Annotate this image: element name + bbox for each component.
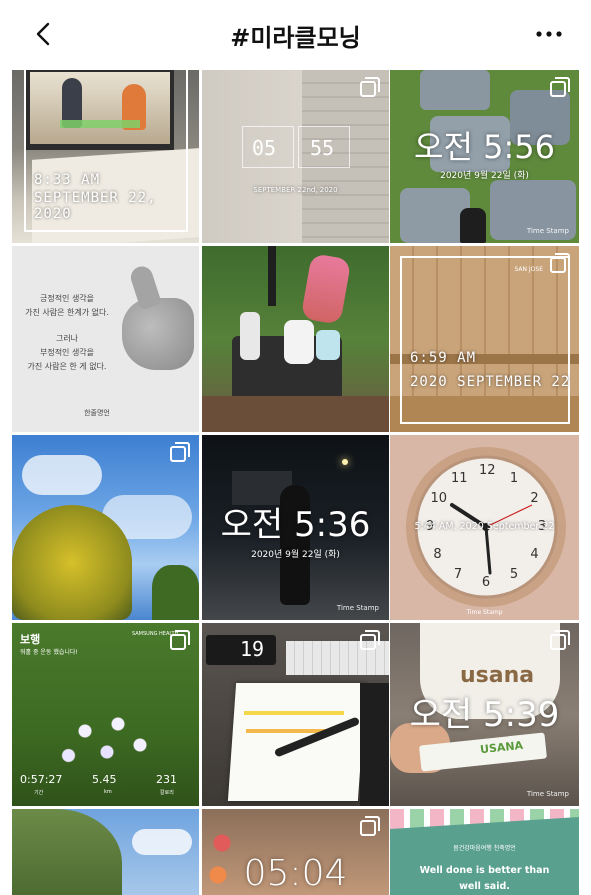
pennant-banner [390,809,579,829]
org-label: 몸건강마음여행 천축명언 [453,845,516,852]
thumbs-up-hand [122,298,194,370]
timestamp-brand: Time Stamp [466,609,503,616]
post-grid: 8:33 AM SEPTEMBER 22, 2020 05 55 SEPTEMB… [12,70,579,895]
post-tile[interactable]: 12 1 2 3 4 5 6 7 8 9 10 11 5:44 AM, 2020 September … [390,435,579,620]
quote-line: well said. [459,881,510,892]
stat-distance: 5.45 [92,773,117,786]
stamp-frame [400,256,570,424]
post-tile[interactable] [202,246,389,432]
multiple-photos-icon [360,816,380,836]
stamp-time: 오전 5:36 [220,505,371,545]
clock-number: 10 [430,491,448,506]
clock-number: 4 [530,547,539,562]
post-tile[interactable]: SAN JOSE 6:59 AM 2020 SEPTEMBER 22 [390,246,579,432]
willow-tree [12,809,122,895]
flower-cluster [52,703,162,773]
hashtag-title: #미라클모닝 [230,24,361,52]
post-tile[interactable]: 몸건강마음여행 천축명언 Well done is better than we… [390,809,579,895]
top-bar: #미라클모닝 [0,0,591,68]
post-tile[interactable]: 오전 5:36 2020년 9월 22일 (화) Time Stamp [202,435,389,620]
multiple-photos-icon [170,630,190,650]
cloud [132,829,192,855]
cloud [22,455,102,495]
clock-minute: 55 [310,136,335,160]
stat-calories: 231 [156,773,177,786]
clock-number: 8 [433,547,442,562]
clock-number: 7 [453,567,463,583]
timestamp-brand: Time Stamp [526,790,569,798]
stamp-time: 6:59 AM [410,350,477,366]
multiple-photos-icon [360,77,380,97]
flip-clock-digits: 19 [240,637,265,661]
post-tile[interactable] [12,809,199,895]
multiple-photos-icon [360,630,380,650]
post-tile[interactable]: usana USANA 오전 5:39 Time Stamp [390,623,579,806]
bag-strap [268,246,276,306]
laptop-edge [360,683,389,806]
stat-duration-label: 기간 [34,790,44,796]
stamp-date: 2020 SEPTEMBER 22 [410,374,571,390]
quote-line: 가진 사람은 한 게 없다. [27,362,107,371]
stamp-date: 2020년 9월 22일 (화) [440,171,529,181]
stamp-date: SEPTEMBER 22nd, 2020 [253,186,338,194]
multiple-photos-icon [550,253,570,273]
multiple-photos-icon [550,630,570,650]
stat-calories-label: 칼로리 [160,790,174,796]
clock-number: 1 [509,470,519,486]
stamp-time: 오전 5:56 [414,128,555,166]
quote-line: 긍정적인 생각을 [39,294,95,303]
feet-shape [460,208,486,243]
bottle [284,320,314,364]
stamp-date: 2020년 9월 22일 (화) [251,550,340,560]
stat-distance-label: km [104,789,112,795]
yellow-tree [12,505,132,620]
post-tile[interactable]: 긍정적인 생각을 가진 사람은 한계가 없다. 그러나 부정적인 생각을 가진 … [12,246,199,432]
bottle [316,330,340,360]
multiple-photos-icon [550,77,570,97]
location-label: SAN JOSE [514,266,543,273]
clock-number: 2 [530,491,539,506]
cup-logo: usana [460,663,535,688]
pavement [202,396,389,432]
stat-duration: 0:57:27 [20,773,63,786]
clock-number: 6 [481,575,491,590]
clock-hour: 05 [252,136,277,160]
green-tree [152,565,199,620]
activity-subtitle: 워홀 중 운동 했습니다! [20,649,78,656]
post-tile[interactable]: 19 [202,623,389,806]
multiple-photos-icon [170,442,190,462]
highlight-line [244,711,344,715]
bottle [240,312,260,360]
timestamp-brand: Time Stamp [336,604,379,612]
quote-line: 가진 사람은 한계가 없다. [25,308,109,317]
post-tile[interactable]: 보행 워홀 중 운동 했습니다! SAMSUNG HEALTH 0:57:27 … [12,623,199,806]
stamp-time: 05:04 [243,853,348,894]
post-tile[interactable] [12,435,199,620]
stamp-date: SEPTEMBER 22, 2020 [34,190,157,222]
pink-pouch [300,253,352,325]
post-tile[interactable]: 05:04 [202,809,389,895]
timestamp-brand: Time Stamp [526,227,569,235]
clock-number: 5 [509,567,519,583]
quote-author: 한줄명언 [84,409,110,417]
stamp-time: 오전 5:39 [409,695,560,735]
stone [420,70,490,110]
post-tile[interactable]: 오전 5:56 2020년 9월 22일 (화) Time Stamp [390,70,579,243]
clock-stamp: 5:44 AM, 2020 September 22 [414,521,555,532]
stamp-time: 8:33 AM [34,172,101,188]
quote-line: 부정적인 생각을 [39,348,95,357]
clock-number: 11 [451,470,468,486]
street-light [342,459,348,465]
clock-number: 12 [479,463,496,478]
quote-line: 그러나 [55,334,79,343]
post-tile[interactable]: 05 55 SEPTEMBER 22nd, 2020 [202,70,389,243]
more-options-icon[interactable] [529,20,569,48]
quote-line: Well done is better than [419,865,550,876]
activity-title: 보행 [20,633,41,646]
post-tile[interactable]: 8:33 AM SEPTEMBER 22, 2020 [12,70,199,243]
